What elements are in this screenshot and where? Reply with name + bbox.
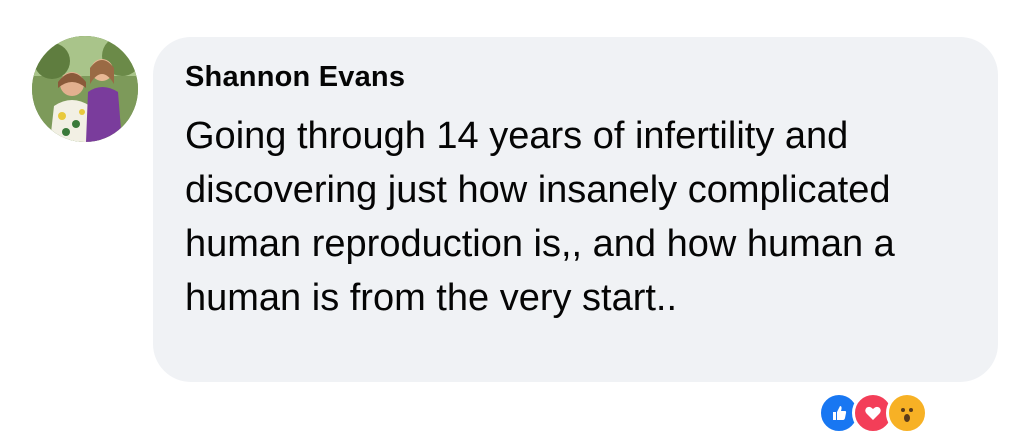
comment-author[interactable]: Shannon Evans	[185, 61, 405, 94]
comment: Shannon Evans Going through 14 years of …	[0, 0, 1030, 434]
comment-bubble: Shannon Evans Going through 14 years of …	[153, 37, 998, 382]
reactions-summary[interactable]	[818, 392, 928, 434]
comment-text: Going through 14 years of infertility an…	[185, 115, 895, 319]
profile-photo-icon	[32, 36, 138, 142]
wow-icon	[886, 392, 928, 434]
avatar[interactable]	[32, 36, 138, 142]
